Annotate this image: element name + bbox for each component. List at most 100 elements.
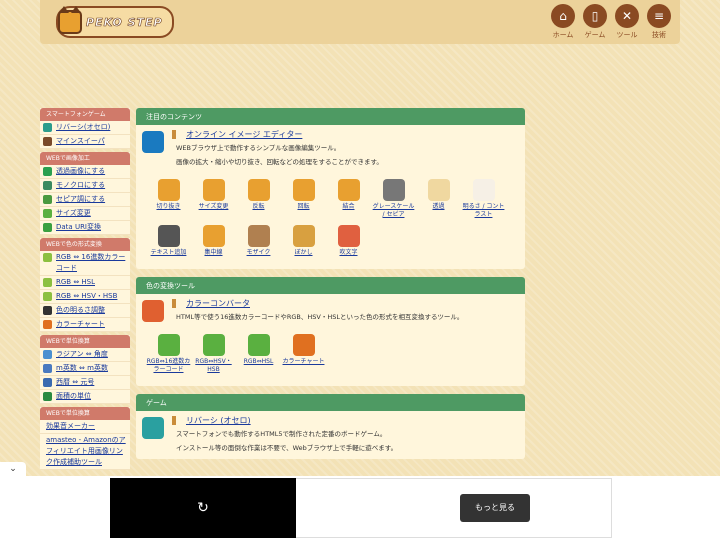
sidebar-item[interactable]: サイズ変更 [40,207,130,221]
card-header: 色の変換ツール [136,277,525,294]
tool-link[interactable]: 回転 [281,179,326,219]
card-title-link[interactable]: リバーシ (オセロ) [172,416,519,425]
sidebar-item[interactable]: 効果音メーカー [40,420,130,434]
tool-icon [292,225,315,247]
tool-label: テキスト追加 [150,249,187,256]
sidebar-item-label: RGB ⇔ HSV・HSB [56,292,118,300]
card-app-icon[interactable] [142,300,164,322]
tool-link[interactable]: グレースケール / セピア [371,179,416,219]
sidebar-group: WEBで画像加工 透過画像にする モノクロにする セピア調にする サイズ変更 Data U… [40,152,130,235]
tool-icon [292,334,315,356]
sidebar-item[interactable]: Data URI変換 [40,221,130,235]
tool-label: 集中線 [204,249,223,256]
tool-link[interactable]: サイズ変更 [191,179,236,219]
sidebar-item[interactable]: カラーチャート [40,318,130,332]
sidebar-item-label: カラーチャート [56,320,105,328]
sidebar-item-icon [43,123,52,132]
nav-phone[interactable]: ▯ ゲーム [580,4,610,40]
sidebar-item-icon [43,167,52,176]
sidebar-item[interactable]: セピア調にする [40,193,130,207]
tool-link[interactable]: カラーチャート [281,334,326,374]
card-description: WEBブラウザ上で動作するシンプルな画像編集ツール。 [176,144,341,152]
nav-document[interactable]: ≡ 技術 [644,4,674,40]
tool-link[interactable]: テキスト追加 [146,225,191,257]
tool-label: カラーチャート [282,358,325,365]
sidebar-item-label: m英数 ⇔ m英数 [56,364,108,372]
sidebar-item[interactable]: RGB ⇔ HSV・HSB [40,290,130,304]
sidebar-item-icon [43,223,52,232]
bottom-ad-bar: ↻ もっと見る [0,476,720,540]
card-body: カラーコンバータ HTML等で使う16進数カラーコードやRGB、HSV・HSLとい… [136,294,525,386]
sidebar-item[interactable]: RGB ⇔ 16進数カラーコード [40,251,130,276]
tool-link[interactable]: 透過 [416,179,461,219]
sidebar-item-icon [43,364,52,373]
card-title-link[interactable]: カラーコンバータ [172,299,519,308]
sidebar-item-label: ラジアン ⇔ 角度 [56,350,108,358]
ad-video[interactable]: ↻ [110,478,296,538]
card-body: リバーシ (オセロ) スマートフォンでも動作するHTML5で制作された定番のボード… [136,411,525,459]
tool-link[interactable]: RGB⇔16進数カラーコード [146,334,191,374]
card-description: インストール等の面倒な作業は不要で、Webブラウザ上で手軽に遊べます。 [176,444,398,452]
sidebar-item[interactable]: amasteo - Amazonのアフィリエイト用画像リンク作成補助ツール [40,434,130,470]
tool-link[interactable]: 切り抜き [146,179,191,219]
nav-tools[interactable]: ✕ ツール [612,4,642,40]
tool-icon [382,179,405,201]
card-app-icon[interactable] [142,131,164,153]
tool-link[interactable]: RGB⇔HSL [236,334,281,374]
sidebar-item[interactable]: 西暦 ⇔ 元号 [40,376,130,390]
sidebar-item[interactable]: 透過画像にする [40,165,130,179]
sidebar-group: WEBで単位換算 ラジアン ⇔ 角度 m英数 ⇔ m英数 西暦 ⇔ 元号 面積の単位 [40,335,130,404]
nav-home[interactable]: ⌂ ホーム [548,4,578,40]
tool-link[interactable]: RGB⇔HSV・HSB [191,334,236,374]
sidebar-item[interactable]: モノクロにする [40,179,130,193]
tool-icon [247,334,270,356]
tool-link[interactable]: 吹文字 [326,225,371,257]
sidebar-item-label: amasteo - Amazonのアフィリエイト用画像リンク作成補助ツール [46,436,126,466]
more-button[interactable]: もっと見る [460,494,530,522]
cat-logo-icon [58,6,82,34]
sidebar-item[interactable]: m英数 ⇔ m英数 [40,362,130,376]
home-icon: ⌂ [551,4,575,28]
sidebar-item[interactable]: RGB ⇔ HSL [40,276,130,290]
nav-label: ホーム [552,31,574,39]
sidebar-item-label: RGB ⇔ HSL [56,278,96,286]
sidebar-item[interactable]: リバーシ(オセロ) [40,121,130,135]
card-header: 注目のコンテンツ [136,108,525,125]
replay-icon[interactable]: ↻ [197,500,209,516]
tool-link[interactable]: ぼかし [281,225,326,257]
sidebar-item[interactable]: マインスイーパ [40,135,130,149]
card-title-link[interactable]: オンライン イメージ エディター [172,130,519,139]
sidebar-item-label: RGB ⇔ 16進数カラーコード [56,253,126,272]
card-app-icon[interactable] [142,417,164,439]
content-card: ゲーム リバーシ (オセロ) スマートフォンでも動作するHTML5で制作された定番の… [136,394,525,459]
tool-icon [247,179,270,201]
document-icon: ≡ [647,4,671,28]
tool-label: 明るさ / コントラスト [462,203,505,218]
sidebar-item[interactable]: 面積の単位 [40,390,130,404]
site-logo[interactable]: PEKO STEP [56,6,174,38]
content-card: 注目のコンテンツオンライン イメージ エディター WEBブラウザ上で動作するシンプ… [136,108,525,269]
sidebar-item[interactable]: ラジアン ⇔ 角度 [40,348,130,362]
card-body: オンライン イメージ エディター WEBブラウザ上で動作するシンプルな画像編集ツー… [136,125,525,269]
tool-link[interactable]: 反転 [236,179,281,219]
tool-label: 結合 [342,203,355,210]
sidebar-item[interactable]: 色の明るさ調整 [40,304,130,318]
sidebar-group-title: WEBで単位換算 [40,407,130,420]
sidebar-item-icon [43,378,52,387]
sidebar-item-icon [43,306,52,315]
tool-label: 切り抜き [156,203,181,210]
sidebar-item-icon [43,292,52,301]
main-content: 注目のコンテンツオンライン イメージ エディター WEBブラウザ上で動作するシンプ… [136,108,525,467]
tool-link[interactable]: 集中線 [191,225,236,257]
tool-link[interactable]: モザイク [236,225,281,257]
tool-link[interactable]: 結合 [326,179,371,219]
tools-icon: ✕ [615,4,639,28]
collapse-chevron-icon[interactable]: ⌄ [0,462,26,476]
tool-label: 反転 [252,203,265,210]
tool-icon [157,225,180,247]
sidebar-item-label: マインスイーパ [56,137,105,145]
tool-link[interactable]: 明るさ / コントラスト [461,179,506,219]
card-description: 画像の拡大・縮小や切り抜き、回転などの処理をすることができます。 [176,158,383,166]
sidebar-group-title: WEBで画像加工 [40,152,130,165]
tool-label: 回転 [297,203,310,210]
